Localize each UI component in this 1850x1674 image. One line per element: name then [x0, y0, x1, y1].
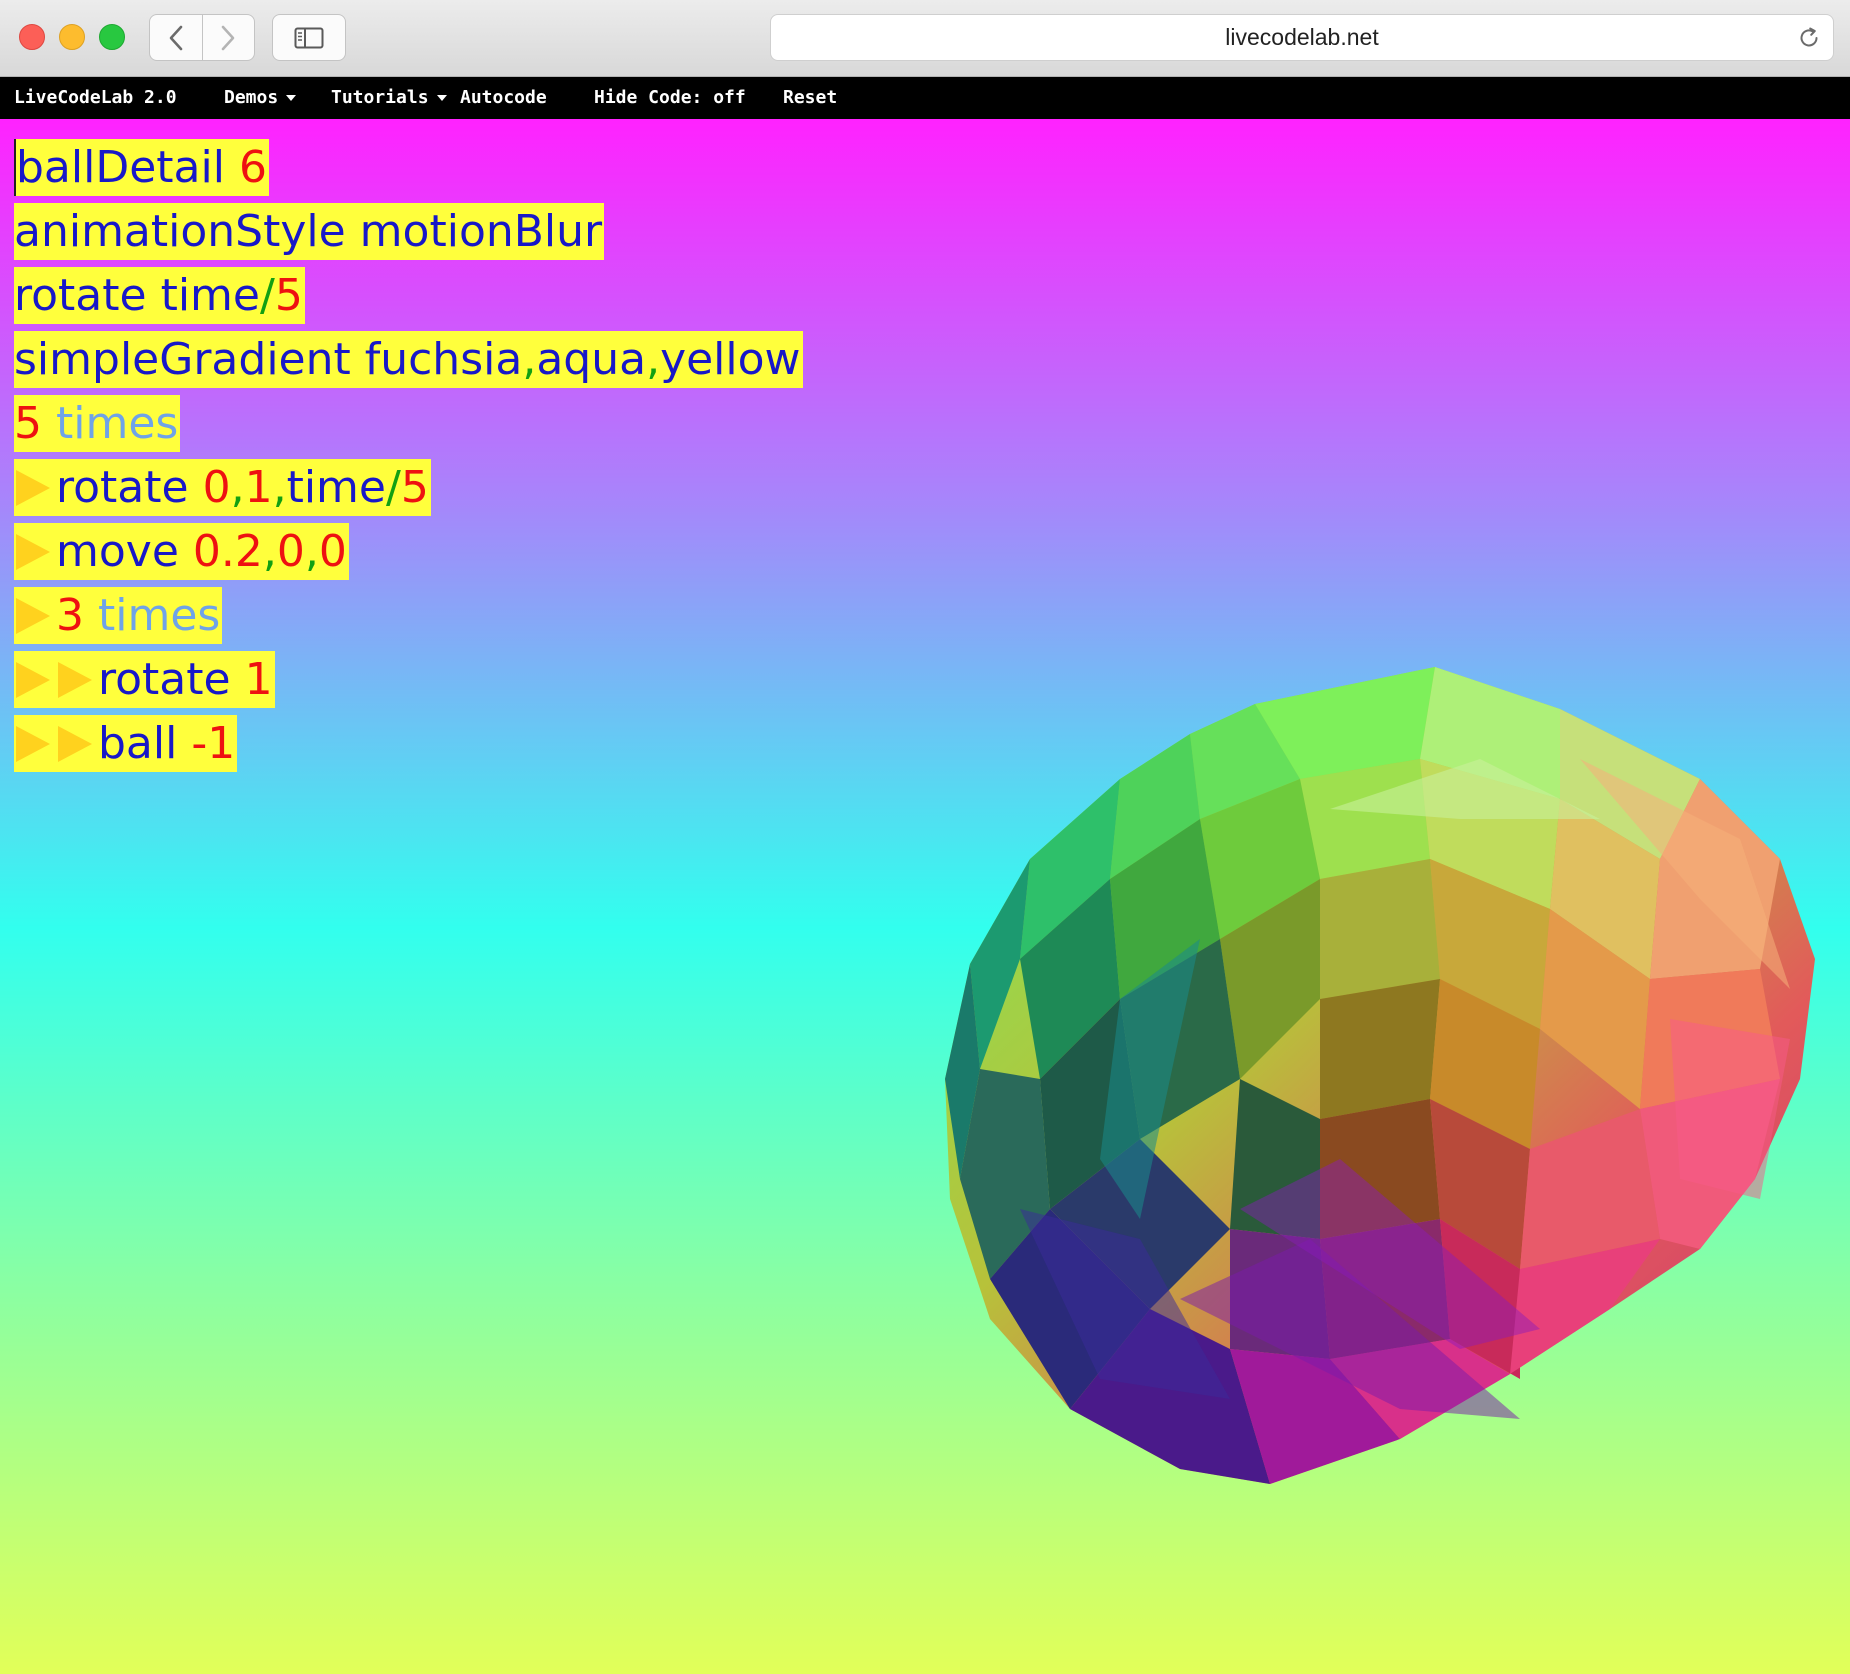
code-token: 1 — [244, 462, 273, 513]
indent-arrow-icon — [14, 592, 56, 640]
code-token: -1 — [191, 718, 236, 769]
code-token: 5 — [14, 398, 42, 449]
brand-logo[interactable]: LiveCodeLab 2.0 — [14, 77, 177, 119]
code-line[interactable]: animationStyle motionBlur — [14, 203, 605, 260]
code-token: / — [386, 462, 401, 513]
code-token: , — [522, 334, 537, 385]
code-token: simpleGradient fuchsia — [14, 334, 523, 385]
zoom-window-button[interactable] — [99, 24, 125, 50]
code-token: times — [42, 398, 179, 449]
demos-menu-label: Demos — [224, 87, 279, 108]
code-token: / — [259, 270, 275, 321]
app-menu-bar: LiveCodeLab 2.0 Demos Tutorials Autocode… — [0, 77, 1850, 119]
reset-button[interactable]: Reset — [783, 77, 837, 119]
code-token: ball — [98, 718, 192, 769]
chevron-left-icon — [169, 25, 183, 50]
toggle-sidebar-button[interactable] — [272, 14, 346, 61]
indent-arrow-icon — [56, 656, 98, 704]
code-token: , — [230, 462, 245, 513]
forward-button[interactable] — [201, 15, 255, 60]
tutorials-menu-label: Tutorials — [331, 87, 429, 108]
code-line[interactable]: move 0.2, 0, 0 — [14, 523, 349, 580]
indent-arrow-icon — [14, 720, 56, 768]
back-button[interactable] — [150, 15, 202, 60]
code-token: 5 — [400, 462, 429, 513]
code-token: rotate — [98, 654, 245, 705]
code-token: move — [56, 526, 193, 577]
code-token: 0 — [318, 526, 347, 577]
code-line[interactable]: 5 times — [14, 395, 181, 452]
code-token: 5 — [274, 270, 303, 321]
url-text: livecodelab.net — [1225, 24, 1379, 50]
code-token: 1 — [244, 654, 273, 705]
code-token: aqua — [536, 334, 647, 385]
code-token: 6 — [238, 142, 267, 193]
code-token: yellow — [660, 334, 801, 385]
close-window-button[interactable] — [19, 24, 45, 50]
code-token: ballDetail — [16, 142, 239, 193]
code-line[interactable]: rotate 0, 1, time/5 — [14, 459, 431, 516]
indent-arrow-icon — [14, 528, 56, 576]
caret-down-icon — [436, 95, 447, 101]
code-token: rotate time — [14, 270, 260, 321]
indent-arrow-icon — [14, 464, 56, 512]
demos-menu[interactable]: Demos — [224, 77, 297, 119]
hide-code-toggle[interactable]: Hide Code: off — [594, 77, 746, 119]
code-token: time — [286, 462, 386, 513]
browser-toolbar: livecodelab.net — [0, 0, 1850, 77]
autocode-button[interactable]: Autocode — [460, 77, 547, 119]
code-token: times — [84, 590, 221, 641]
code-token: animationStyle motionBlur — [14, 206, 603, 257]
code-token: 0 — [202, 462, 231, 513]
code-token: 0 — [276, 526, 305, 577]
code-line[interactable]: rotate 1 — [14, 651, 275, 708]
history-navigation — [149, 14, 255, 61]
code-token: 0.2 — [192, 526, 263, 577]
code-token: , — [646, 334, 661, 385]
indent-arrow-icon — [56, 720, 98, 768]
reload-icon[interactable] — [1797, 26, 1821, 50]
caret-down-icon — [286, 95, 297, 101]
code-token: rotate — [56, 462, 203, 513]
code-line[interactable]: ball -1 — [14, 715, 238, 772]
code-line[interactable]: rotate time/5 — [14, 267, 305, 324]
code-line[interactable]: simpleGradient fuchsia, aqua, yellow — [14, 331, 803, 388]
render-canvas[interactable]: ballDetail 6 animationStyle motionBlur rot… — [0, 119, 1850, 1674]
code-editor[interactable]: ballDetail 6 animationStyle motionBlur rot… — [14, 139, 803, 779]
code-token: , — [304, 526, 319, 577]
code-line[interactable]: ballDetail 6 — [14, 139, 269, 196]
code-token: , — [262, 526, 277, 577]
minimize-window-button[interactable] — [59, 24, 85, 50]
chevron-right-icon — [221, 25, 235, 50]
code-line[interactable]: 3 times — [14, 587, 223, 644]
sidebar-icon — [294, 27, 324, 48]
tutorials-menu[interactable]: Tutorials — [331, 77, 447, 119]
address-bar[interactable]: livecodelab.net — [770, 14, 1834, 61]
code-lines: ballDetail 6 animationStyle motionBlur rot… — [14, 139, 803, 772]
indent-arrow-icon — [14, 656, 56, 704]
code-token: 3 — [56, 590, 84, 641]
code-token: , — [272, 462, 287, 513]
